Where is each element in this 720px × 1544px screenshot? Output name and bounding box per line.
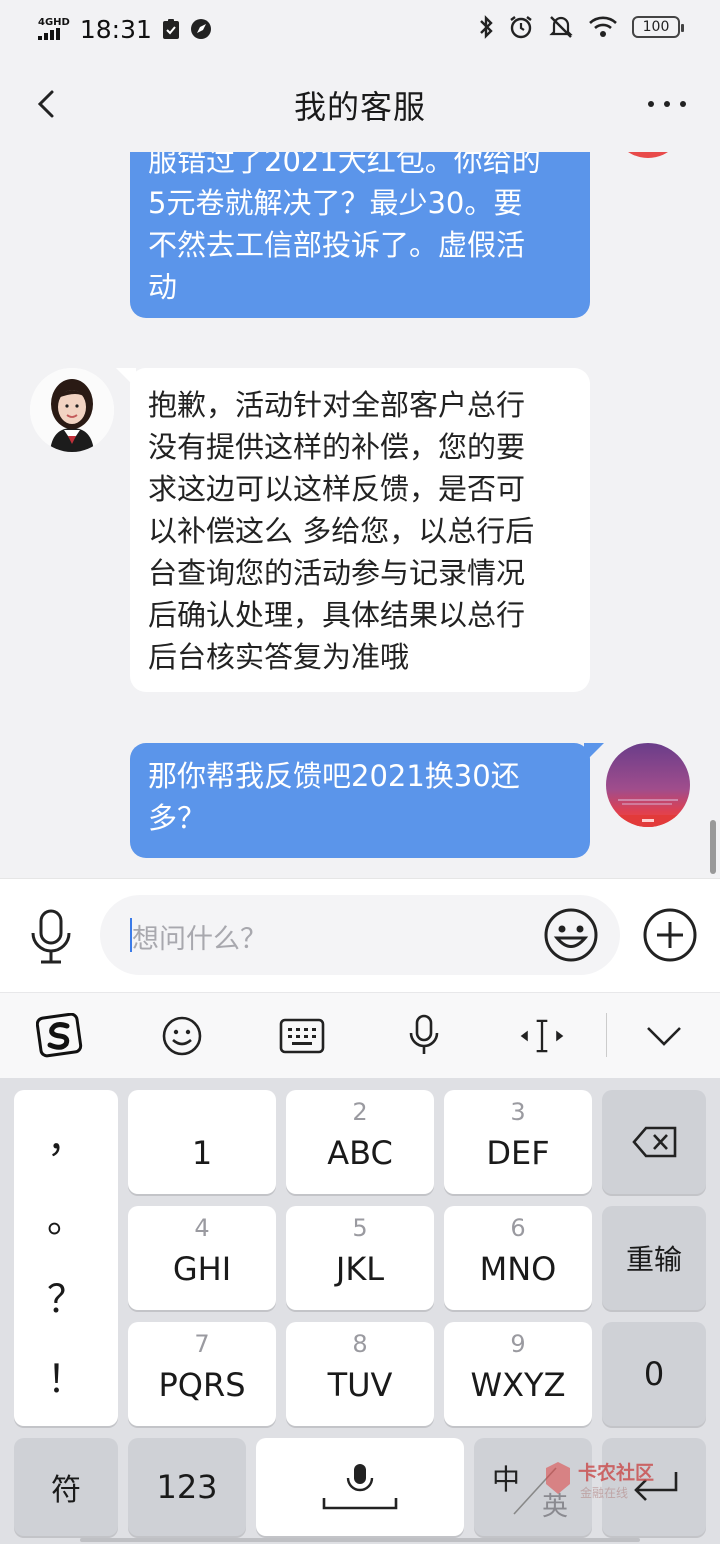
watermark-title: 卡农社区 <box>578 1462 655 1484</box>
battery-level: 100 <box>642 19 670 35</box>
collapse-keyboard-button[interactable] <box>640 1013 688 1059</box>
microphone-icon <box>31 909 71 964</box>
key-4[interactable]: 4 GHI <box>128 1206 276 1310</box>
watermark-subtitle: 金融在线 <box>580 1486 629 1500</box>
key-0[interactable]: 0 <box>602 1322 706 1426</box>
microphone-icon <box>409 1014 439 1054</box>
key-5[interactable]: 5 JKL <box>286 1206 434 1310</box>
back-button[interactable] <box>30 84 70 124</box>
message-input[interactable]: 想问什么？ <box>100 895 620 975</box>
ime-toolbar <box>0 992 720 1078</box>
scrollbar[interactable] <box>710 820 716 874</box>
backspace-icon <box>632 1126 677 1158</box>
message-line: 求这边可以这样反馈，是否可 <box>148 472 526 506</box>
punct-key-comma[interactable]: ， <box>14 1108 118 1163</box>
message-line: 台查询您的活动参与记录情况 <box>148 556 526 590</box>
emoji-button[interactable] <box>543 907 599 963</box>
message-line: 没有提供这样的补偿，您的要 <box>148 430 526 464</box>
message-line: 那你帮我反馈吧2021换30还 <box>148 759 520 793</box>
keyboard-switch-button[interactable] <box>278 1013 326 1059</box>
key-3[interactable]: 3 DEF <box>444 1090 592 1194</box>
toolbar-divider <box>606 1013 607 1057</box>
chevron-down-icon <box>647 1027 681 1046</box>
app-header: 我的客服 <box>0 58 720 152</box>
agent-portrait-icon <box>30 368 114 452</box>
key-1[interactable]: 1 <box>128 1090 276 1194</box>
status-time: 18:31 <box>79 14 152 44</box>
punct-key-period[interactable]: 。 <box>14 1188 118 1243</box>
reinput-key[interactable]: 重输 <box>602 1206 706 1310</box>
key-7[interactable]: 7 PQRS <box>128 1322 276 1426</box>
message-line: 服错过了2021大红包。你给的 <box>148 152 541 178</box>
status-bar: 4GHD 18:31 100 <box>0 0 720 58</box>
page-title: 我的客服 <box>293 88 426 126</box>
message-user[interactable]: 服错过了2021大红包。你给的 5元卷就解决了？最少30。要 不然去工信部投诉了… <box>130 152 590 318</box>
message-line: 多？ <box>148 801 207 835</box>
numbers-key[interactable]: 123 <box>128 1438 246 1536</box>
wifi-icon <box>589 16 617 37</box>
compass-icon <box>190 19 211 39</box>
message-input-bar: 想问什么？ <box>0 878 720 992</box>
chat-area[interactable]: 服错过了2021大红包。你给的 5元卷就解决了？最少30。要 不然去工信部投诉了… <box>0 152 720 878</box>
add-attachment-button[interactable] <box>642 907 698 963</box>
mute-icon <box>549 16 573 38</box>
message-user[interactable]: 那你帮我反馈吧2021换30还 多？ <box>130 743 604 858</box>
battery-icon: 100 <box>632 16 684 38</box>
message-line: 5元卷就解决了？最少30。要 <box>148 186 523 220</box>
backspace-key[interactable] <box>602 1090 706 1194</box>
punct-key-exclaim[interactable]: ！ <box>14 1348 118 1403</box>
space-mic-icon <box>322 1464 398 1510</box>
message-line: 以补偿这么 多给您，以总行后 <box>148 514 535 548</box>
key-6[interactable]: 6 MNO <box>444 1206 592 1310</box>
alarm-icon <box>510 16 532 39</box>
signal-icon: 4GHD <box>38 18 70 40</box>
watermark-logo: 卡农社区 金融在线 <box>540 1456 690 1512</box>
message-line: 抱歉，活动针对全部客户总行 <box>148 388 526 422</box>
message-line: 不然去工信部投诉了。虚假活 <box>148 228 526 262</box>
smiley-icon <box>162 1016 202 1056</box>
sogou-logo-button[interactable] <box>36 1013 84 1059</box>
keyboard-icon <box>279 1018 325 1054</box>
agent-avatar <box>30 368 114 452</box>
network-type: 4GHD <box>38 17 70 28</box>
punctuation-column: ， 。 ？ ！ <box>14 1090 118 1426</box>
emoji-panel-button[interactable] <box>158 1013 206 1059</box>
sogou-logo-icon <box>36 1013 83 1058</box>
key-2[interactable]: 2 ABC <box>286 1090 434 1194</box>
space-key[interactable] <box>256 1438 464 1536</box>
cursor-move-icon <box>520 1019 564 1053</box>
chevron-left-icon <box>37 90 54 118</box>
home-indicator <box>80 1538 640 1542</box>
key-8[interactable]: 8 TUV <box>286 1322 434 1426</box>
watermark-icon <box>546 1462 570 1494</box>
message-line: 后确认处理，具体结果以总行 <box>148 598 526 632</box>
user-avatar <box>608 152 688 158</box>
voice-input-button[interactable] <box>28 909 74 965</box>
input-placeholder: 想问什么？ <box>132 924 267 955</box>
smiley-icon <box>544 908 598 962</box>
punct-key-question[interactable]: ？ <box>14 1268 118 1323</box>
user-avatar <box>606 743 690 827</box>
more-options-button[interactable] <box>648 94 686 114</box>
message-line: 后台核实答复为准哦 <box>148 640 410 674</box>
key-9[interactable]: 9 WXYZ <box>444 1322 592 1426</box>
cursor-move-button[interactable] <box>518 1013 566 1059</box>
clipboard-check-icon <box>162 19 179 39</box>
plus-circle-icon <box>643 908 697 962</box>
avatar-image-icon <box>606 799 690 827</box>
message-line: 动 <box>148 270 178 304</box>
voice-typing-button[interactable] <box>400 1013 448 1059</box>
message-agent[interactable]: 抱歉，活动针对全部客户总行 没有提供这样的补偿，您的要 求这边可以这样反馈，是否… <box>116 368 590 692</box>
bluetooth-icon <box>480 15 493 39</box>
symbols-key[interactable]: 符 <box>14 1438 118 1536</box>
